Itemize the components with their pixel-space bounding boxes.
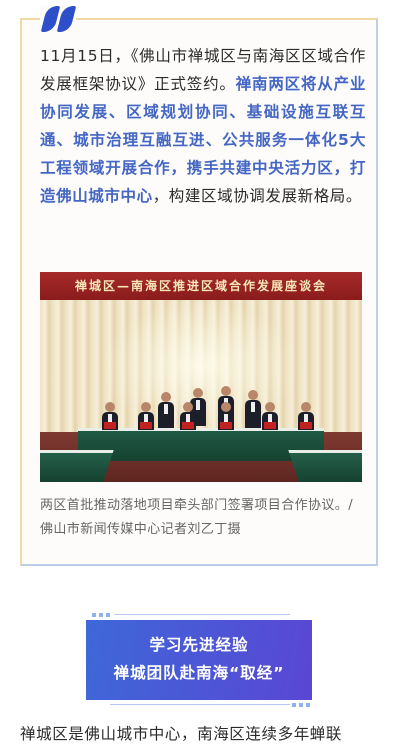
- intro-highlight: 禅南两区将从产业协同发展、区域规划协同、基础设施互联互通、城市治理互融互进、公共…: [40, 75, 366, 205]
- person-figure: [245, 390, 261, 428]
- person-figure: [158, 392, 174, 430]
- intro-paragraph: 11月15日，《佛山市禅城区与南海区区域合作发展框架协议》正式签约。禅南两区将从…: [40, 42, 366, 210]
- red-folder: [104, 422, 116, 429]
- signing-table: [78, 428, 324, 461]
- photo-banner-text: 禅城区—南海区推进区域合作发展座谈会: [40, 272, 362, 300]
- section-heading-line2: 禅城团队赴南海“取经”: [113, 664, 285, 682]
- intro-text-end: ，构建区域协调发展新格局。: [152, 187, 363, 205]
- section-heading-line1: 学习先进经验: [149, 636, 249, 654]
- body-paragraph: 禅城区是佛山城市中心，南海区连续多年蝉联: [20, 725, 343, 743]
- red-folder: [264, 422, 276, 429]
- decor-line-top: [114, 614, 290, 615]
- side-table-right: [288, 450, 362, 482]
- red-folder: [140, 422, 152, 429]
- red-folder: [220, 422, 232, 429]
- photo-caption: 两区首批推动落地项目牵头部门签署项目合作协议。/佛山市新闻传媒中心记者刘乙丁摄: [40, 498, 353, 537]
- decor-dots-left: [92, 613, 112, 617]
- quote-mark-icon: [40, 6, 77, 36]
- red-folder: [182, 422, 194, 429]
- decor-dots-right: [292, 703, 312, 707]
- side-table-left: [40, 450, 114, 482]
- quote-card: 11月15日，《佛山市禅城区与南海区区域合作发展框架协议》正式签约。禅南两区将从…: [20, 6, 378, 566]
- decor-line-bottom: [110, 704, 290, 705]
- red-folder: [300, 422, 312, 429]
- signing-ceremony-photo[interactable]: 禅城区—南海区推进区域合作发展座谈会: [40, 272, 362, 482]
- section-heading: 学习先进经验 禅城团队赴南海“取经”: [86, 620, 312, 700]
